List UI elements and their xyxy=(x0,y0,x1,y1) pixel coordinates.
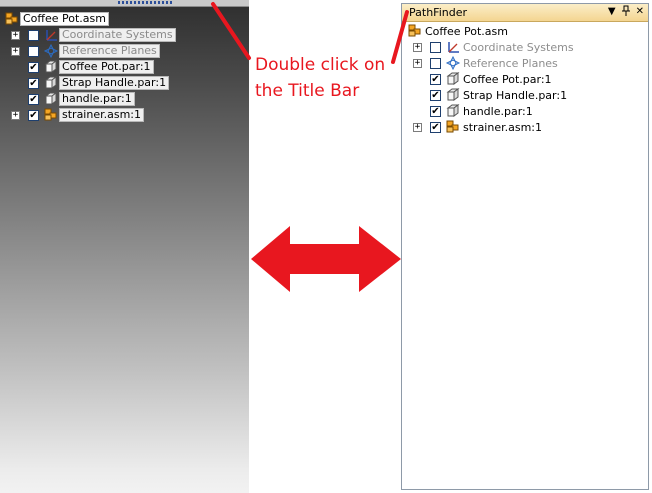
assembly-icon xyxy=(407,24,423,38)
tree-item-label: Coffee Pot.par:1 xyxy=(59,60,154,74)
floating-panel-grip[interactable] xyxy=(0,0,249,7)
instruction-line-2: the Title Bar xyxy=(255,81,360,101)
visibility-checkbox[interactable]: ✔ xyxy=(28,93,39,105)
right-tree-item-strap-handle-par-1[interactable]: ✔ Strap Handle.par:1 xyxy=(413,88,569,102)
visibility-checkbox[interactable]: ✔ xyxy=(28,77,39,89)
visibility-checkbox[interactable]: ✔ xyxy=(430,105,441,117)
dropdown-icon[interactable]: ▼ xyxy=(608,5,616,22)
visibility-checkbox[interactable]: ✔ xyxy=(430,121,441,133)
visibility-checkbox[interactable]: ✔ xyxy=(28,109,39,121)
left-tree-item-handle-par-1[interactable]: ✔ handle.par:1 xyxy=(11,92,135,106)
expand-toggle[interactable]: + xyxy=(11,110,20,120)
tree-item-label: handle.par:1 xyxy=(463,104,533,118)
left-tree-root-label: Coffee Pot.asm xyxy=(20,12,109,26)
right-tree-item-handle-par-1[interactable]: ✔ handle.par:1 xyxy=(413,104,535,118)
coordinate-system-icon xyxy=(43,28,59,42)
visibility-checkbox[interactable]: ✔ xyxy=(430,89,441,101)
left-tree-root[interactable]: Coffee Pot.asm xyxy=(4,12,109,26)
expand-toggle[interactable]: + xyxy=(11,46,20,56)
pathfinder-title-bar[interactable]: PathFinder ▼ ✕ xyxy=(402,4,648,22)
left-tree-item-strainer-asm-1[interactable]: + ✔ strainer.asm:1 xyxy=(11,108,145,122)
part-icon xyxy=(445,72,461,86)
part-icon xyxy=(43,92,59,106)
tree-item-label: strainer.asm:1 xyxy=(59,108,145,122)
part-icon xyxy=(445,104,461,118)
pathfinder-title: PathFinder xyxy=(409,6,467,19)
assembly-icon xyxy=(43,108,59,122)
assembly-icon xyxy=(445,120,461,134)
expand-toggle[interactable]: + xyxy=(11,30,20,40)
right-tree-item-coffee-pot-par-1[interactable]: ✔ Coffee Pot.par:1 xyxy=(413,72,554,86)
tree-item-label: Coordinate Systems xyxy=(59,28,176,42)
expand-toggle[interactable]: + xyxy=(413,42,422,52)
double-headed-arrow xyxy=(251,226,401,292)
expand-toggle[interactable]: + xyxy=(413,122,422,132)
pathfinder-tree-root-label: Coffee Pot.asm xyxy=(425,24,508,38)
tree-item-label: Strap Handle.par:1 xyxy=(463,88,568,102)
tree-item-label: Coordinate Systems xyxy=(463,40,574,54)
right-tree-item-coordinate-systems[interactable]: + Coordinate Systems xyxy=(413,40,576,54)
visibility-checkbox[interactable] xyxy=(430,57,441,69)
part-icon xyxy=(43,60,59,74)
tree-item-label: Reference Planes xyxy=(59,44,160,58)
pathfinder-panel: PathFinder ▼ ✕ Coffee Pot.asm + Coordinat… xyxy=(401,3,649,490)
part-icon xyxy=(43,76,59,90)
tree-item-label: handle.par:1 xyxy=(59,92,135,106)
left-tree-item-coordinate-systems[interactable]: + Coordinate Systems xyxy=(11,28,176,42)
reference-planes-icon xyxy=(43,43,59,59)
coordinate-system-icon xyxy=(445,40,461,54)
visibility-checkbox[interactable] xyxy=(28,29,39,41)
visibility-checkbox[interactable] xyxy=(430,41,441,53)
right-tree-item-strainer-asm-1[interactable]: + ✔ strainer.asm:1 xyxy=(413,120,544,134)
expand-toggle[interactable]: + xyxy=(413,58,422,68)
instruction-line-1: Double click on xyxy=(255,55,386,75)
right-tree-item-reference-planes[interactable]: + Reference Planes xyxy=(413,55,560,71)
left-tree-item-strap-handle-par-1[interactable]: ✔ Strap Handle.par:1 xyxy=(11,76,170,90)
close-icon[interactable]: ✕ xyxy=(636,5,644,22)
left-tree-item-reference-planes[interactable]: + Reference Planes xyxy=(11,43,160,59)
floating-pathfinder-panel: Coffee Pot.asm + Coordinate Systems + Refer… xyxy=(0,0,249,493)
pin-icon[interactable] xyxy=(621,5,630,22)
visibility-checkbox[interactable] xyxy=(28,45,39,57)
pathfinder-tree-root[interactable]: Coffee Pot.asm xyxy=(407,24,510,38)
reference-planes-icon xyxy=(445,55,461,71)
part-icon xyxy=(445,88,461,102)
tree-item-label: strainer.asm:1 xyxy=(463,120,543,134)
assembly-icon xyxy=(4,12,20,26)
left-tree-item-coffee-pot-par-1[interactable]: ✔ Coffee Pot.par:1 xyxy=(11,60,154,74)
instruction-note: Double click on the Title Bar xyxy=(255,52,385,104)
tree-item-label: Strap Handle.par:1 xyxy=(59,76,170,90)
visibility-checkbox[interactable]: ✔ xyxy=(430,73,441,85)
visibility-checkbox[interactable]: ✔ xyxy=(28,61,39,73)
tree-item-label: Reference Planes xyxy=(463,56,558,70)
tree-item-label: Coffee Pot.par:1 xyxy=(463,72,552,86)
